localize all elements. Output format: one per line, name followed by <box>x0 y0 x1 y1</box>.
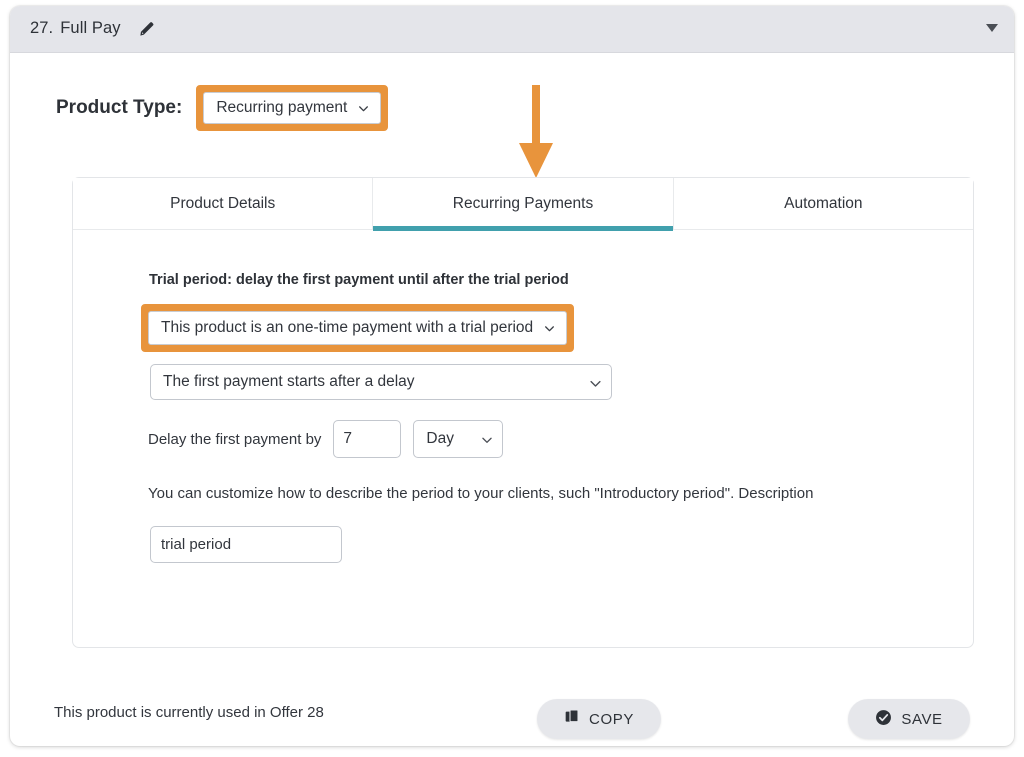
tab-automation[interactable]: Automation <box>673 178 973 230</box>
tab-panel: Product Details Recurring Payments Autom… <box>72 177 974 648</box>
chevron-down-icon <box>543 322 556 335</box>
product-type-value: Recurring payment <box>216 99 348 116</box>
trial-type-value: This product is an one-time payment with… <box>161 319 534 336</box>
chevron-down-icon <box>480 433 493 446</box>
tab-bar: Product Details Recurring Payments Autom… <box>73 178 973 231</box>
pencil-icon[interactable] <box>138 20 156 38</box>
recurring-payments-form: Trial period: delay the first payment un… <box>73 230 973 647</box>
product-type-label: Product Type: <box>56 97 183 118</box>
tab-label: Product Details <box>170 194 276 212</box>
arrow-down-icon <box>516 85 556 180</box>
delay-amount-row: Delay the first payment by Day <box>148 420 504 458</box>
description-input[interactable] <box>150 526 342 563</box>
usage-note: This product is currently used in Offer … <box>54 704 324 721</box>
delay-amount-input[interactable] <box>333 420 402 458</box>
tab-label: Recurring Payments <box>452 195 594 212</box>
delay-type-select[interactable]: The first payment starts after a delay <box>150 364 612 400</box>
copy-button[interactable]: COPY <box>537 699 661 739</box>
description-help-text: You can customize how to describe the pe… <box>148 485 814 502</box>
copy-button-label: COPY <box>589 710 634 728</box>
chevron-down-icon <box>588 376 601 389</box>
product-type-select[interactable]: Recurring payment <box>203 92 382 124</box>
tab-recurring-payments[interactable]: Recurring Payments <box>373 178 674 231</box>
trial-type-highlight: This product is an one-time payment with… <box>141 304 575 352</box>
product-title: Full Pay <box>60 19 121 37</box>
trial-type-highlight-wrap: This product is an one-time payment with… <box>141 304 575 352</box>
card-header: 27. Full Pay <box>10 6 1014 53</box>
product-number: 27. <box>30 19 54 37</box>
caret-down-icon[interactable] <box>986 24 998 32</box>
delay-amount-label: Delay the first payment by <box>148 430 322 448</box>
check-circle-icon <box>875 709 892 730</box>
product-type-row: Product Type: Recurring payment <box>56 85 389 131</box>
delay-unit-select[interactable]: Day <box>413 420 504 458</box>
product-type-highlight: Recurring payment <box>196 85 389 131</box>
copy-icon <box>564 709 580 729</box>
save-button-label: SAVE <box>901 710 943 728</box>
trial-period-heading: Trial period: delay the first payment un… <box>149 272 569 288</box>
page-title: 27. Full Pay <box>30 19 121 38</box>
tab-product-details[interactable]: Product Details <box>73 178 374 230</box>
save-button[interactable]: SAVE <box>848 699 970 739</box>
chevron-down-icon <box>357 102 370 115</box>
tab-label: Automation <box>784 194 863 212</box>
delay-unit-value: Day <box>426 430 454 447</box>
delay-type-value: The first payment starts after a delay <box>163 373 415 390</box>
product-card: 27. Full Pay Product Type: Recurring paym… <box>10 6 1014 746</box>
trial-type-select[interactable]: This product is an one-time payment with… <box>148 311 568 345</box>
